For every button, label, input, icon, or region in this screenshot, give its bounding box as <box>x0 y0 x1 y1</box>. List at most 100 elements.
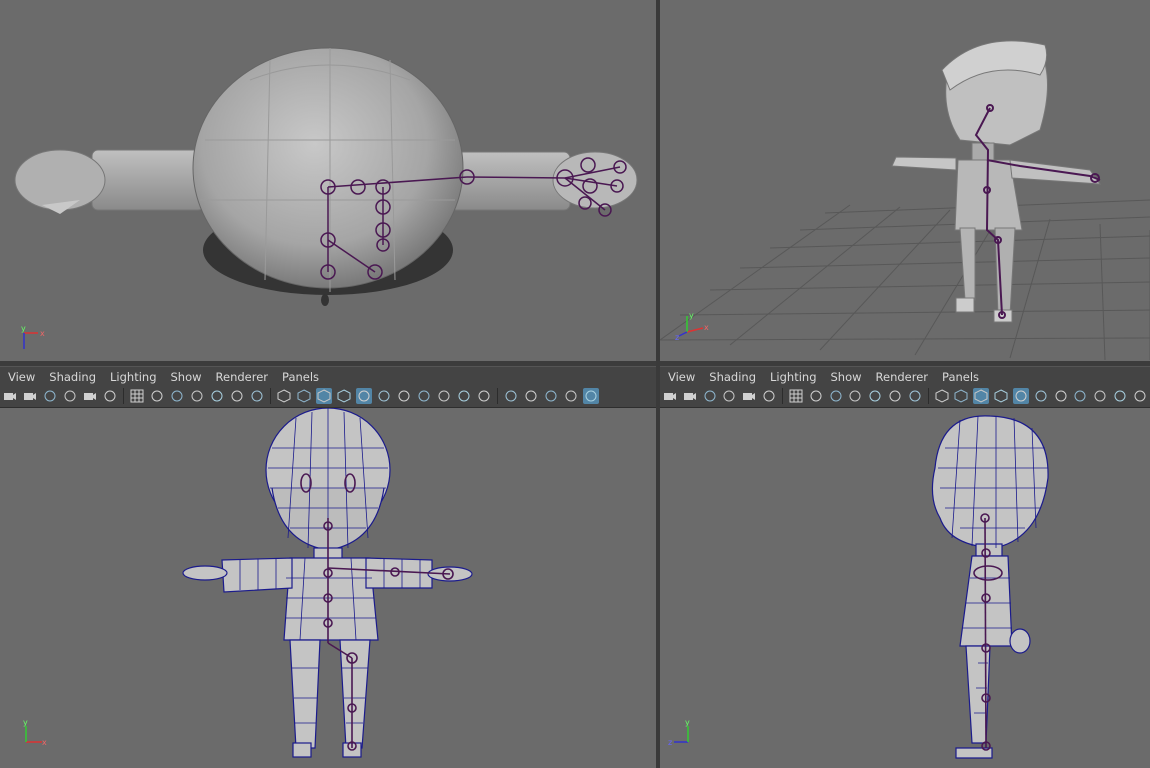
camera-attr-icon[interactable] <box>682 388 698 404</box>
menu-panels[interactable]: Panels <box>942 370 979 384</box>
film-gate-icon[interactable] <box>808 388 824 404</box>
menu-show[interactable]: Show <box>171 370 202 384</box>
panel-toolbar-left <box>0 385 656 408</box>
side-view-scene <box>931 415 1049 759</box>
side-wire-mesh <box>931 415 1049 759</box>
menu-renderer[interactable]: Renderer <box>876 370 929 384</box>
motion-blur-icon[interactable] <box>436 388 452 404</box>
xray-active-icon[interactable] <box>543 388 559 404</box>
menu-lighting[interactable]: Lighting <box>110 370 156 384</box>
shadows-icon[interactable] <box>396 388 412 404</box>
menu-lighting[interactable]: Lighting <box>770 370 816 384</box>
xray-icon[interactable] <box>356 388 372 404</box>
depth-of-field-icon[interactable] <box>1132 388 1148 404</box>
resolution-gate-icon[interactable] <box>169 388 185 404</box>
axis-y-label: y <box>23 718 28 727</box>
use-lights-icon[interactable] <box>1033 388 1049 404</box>
panel-menubar-right: View Shading Lighting Show Renderer Pane… <box>660 366 1150 387</box>
menu-view[interactable]: View <box>668 370 695 384</box>
toolbar-separator <box>270 388 271 404</box>
wireframe-on-shaded-icon[interactable] <box>993 388 1009 404</box>
bookmark-icon[interactable] <box>702 388 718 404</box>
viewport-side[interactable]: z y <box>660 408 1150 768</box>
left-arm <box>91 149 205 211</box>
toolbar-separator <box>927 388 929 404</box>
field-chart-icon[interactable] <box>209 388 225 404</box>
resolution-gate-icon[interactable] <box>828 388 844 404</box>
grease-pencil-icon[interactable] <box>721 388 737 404</box>
panel-toolbar-right <box>660 385 1150 408</box>
grease-pencil-icon[interactable] <box>62 388 78 404</box>
grid-icon[interactable] <box>129 388 145 404</box>
axis-indicator-persp: x y z <box>675 311 709 340</box>
isolate-select-icon[interactable] <box>503 388 519 404</box>
menu-view[interactable]: View <box>8 370 35 384</box>
gate-mask-icon[interactable] <box>189 388 205 404</box>
grid-icon[interactable] <box>788 388 804 404</box>
menu-show[interactable]: Show <box>831 370 862 384</box>
top-view-scene <box>14 47 638 306</box>
pen-icon[interactable] <box>761 388 777 404</box>
ground-grid <box>660 199 1150 361</box>
multisample-icon[interactable] <box>456 388 472 404</box>
toolbar-separator <box>781 388 783 404</box>
default-material-icon[interactable] <box>316 388 332 404</box>
film-gate-icon[interactable] <box>149 388 165 404</box>
gate-mask-icon[interactable] <box>847 388 863 404</box>
xray-joints-icon[interactable] <box>523 388 539 404</box>
wireframe-icon[interactable] <box>276 388 292 404</box>
multisample-icon[interactable] <box>1112 388 1128 404</box>
viewport-persp[interactable]: x y z <box>660 0 1150 361</box>
viewport-front[interactable]: x y <box>0 408 656 768</box>
use-lights-icon[interactable] <box>376 388 392 404</box>
menu-shading[interactable]: Shading <box>49 370 96 384</box>
left-hand <box>14 149 106 211</box>
front-view-scene <box>182 408 473 758</box>
toolbar-separator <box>123 388 124 404</box>
viewport-top[interactable]: x y <box>0 0 656 361</box>
axis-y-label: y <box>685 718 690 727</box>
safe-title-icon[interactable] <box>907 388 923 404</box>
safe-action-icon[interactable] <box>229 388 245 404</box>
menu-shading[interactable]: Shading <box>709 370 756 384</box>
screen-space-ao-icon[interactable] <box>416 388 432 404</box>
safe-title-icon[interactable] <box>249 388 265 404</box>
viewport-icon[interactable] <box>583 388 599 404</box>
menu-panels[interactable]: Panels <box>282 370 319 384</box>
character-persp <box>891 40 1102 323</box>
axis-z-label: z <box>668 738 672 747</box>
smooth-shade-icon[interactable] <box>296 388 312 404</box>
persp-scene <box>660 40 1150 361</box>
shadows-icon[interactable] <box>1053 388 1069 404</box>
axis-indicator-front: x y <box>23 718 47 747</box>
move-camera-icon[interactable] <box>82 388 98 404</box>
axis-indicator-side: z y <box>668 718 690 747</box>
xray-icon[interactable] <box>1013 388 1029 404</box>
screen-space-ao-icon[interactable] <box>1073 388 1089 404</box>
motion-blur-icon[interactable] <box>1092 388 1108 404</box>
safe-action-icon[interactable] <box>887 388 903 404</box>
wireframe-icon[interactable] <box>934 388 950 404</box>
right-arm <box>449 151 571 211</box>
smooth-shade-icon[interactable] <box>954 388 970 404</box>
axis-x-label: x <box>40 329 45 338</box>
panel-menubar-left: View Shading Lighting Show Renderer Pane… <box>0 366 656 387</box>
camera-icon[interactable] <box>662 388 678 404</box>
camera-icon[interactable] <box>2 388 18 404</box>
wireframe-on-shaded-icon[interactable] <box>336 388 352 404</box>
camera-attr-icon[interactable] <box>22 388 38 404</box>
depth-of-field-icon[interactable] <box>476 388 492 404</box>
default-material-icon[interactable] <box>973 388 990 404</box>
axis-x-label: x <box>42 738 47 747</box>
move-camera-icon[interactable] <box>741 388 757 404</box>
axis-indicator: x y <box>21 325 45 349</box>
pen-icon[interactable] <box>102 388 118 404</box>
axis-y-label: y <box>21 325 26 333</box>
axis-z-label: z <box>675 333 679 340</box>
bookmark-icon[interactable] <box>42 388 58 404</box>
nose-mark <box>321 294 329 306</box>
backface-icon[interactable] <box>563 388 579 404</box>
menu-renderer[interactable]: Renderer <box>216 370 269 384</box>
axis-x-label: x <box>704 323 709 332</box>
field-chart-icon[interactable] <box>867 388 883 404</box>
